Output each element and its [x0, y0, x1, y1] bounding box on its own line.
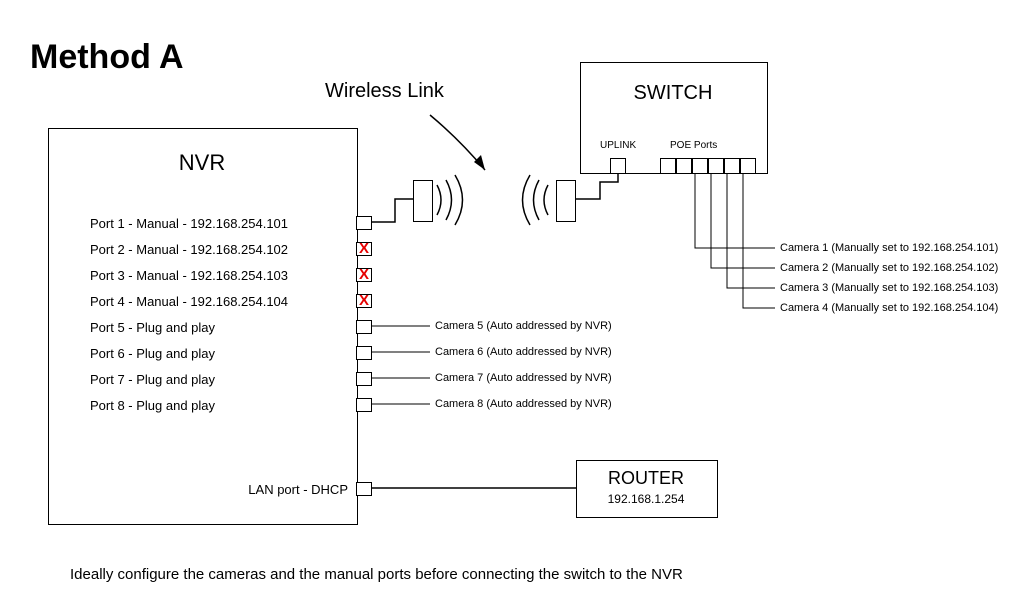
cam-manual-4: Camera 4 (Manually set to 192.168.254.10… [780, 302, 998, 314]
x-mark-icon: X [356, 241, 372, 256]
nvr-port-5: Port 5 - Plug and play [90, 320, 215, 335]
nvr-lan-jack [356, 482, 372, 496]
switch-poe-jack-5 [724, 158, 740, 174]
switch-title: SWITCH [580, 82, 766, 105]
switch-poe-jack-6 [740, 158, 756, 174]
nvr-port-7: Port 7 - Plug and play [90, 372, 215, 387]
router-ip: 192.168.1.254 [576, 492, 716, 506]
nvr-port-3: Port 3 - Manual - 192.168.254.103 [90, 268, 288, 283]
switch-uplink-jack [610, 158, 626, 174]
nvr-jack-1 [356, 216, 372, 230]
x-mark-icon: X [356, 267, 372, 282]
nvr-jack-5 [356, 320, 372, 334]
cam-auto-6: Camera 6 (Auto addressed by NVR) [435, 346, 612, 358]
router-title: ROUTER [576, 468, 716, 489]
diagram-title: Method A [30, 38, 184, 77]
antenna-left [413, 180, 433, 222]
nvr-port-4: Port 4 - Manual - 192.168.254.104 [90, 294, 288, 309]
cam-auto-7: Camera 7 (Auto addressed by NVR) [435, 372, 612, 384]
nvr-port-8: Port 8 - Plug and play [90, 398, 215, 413]
switch-uplink-label: UPLINK [600, 140, 636, 151]
cam-auto-8: Camera 8 (Auto addressed by NVR) [435, 398, 612, 410]
nvr-port-6: Port 6 - Plug and play [90, 346, 215, 361]
switch-poe-jack-4 [708, 158, 724, 174]
nvr-lan-label: LAN port - DHCP [218, 482, 348, 497]
cam-manual-3: Camera 3 (Manually set to 192.168.254.10… [780, 282, 998, 294]
nvr-port-1: Port 1 - Manual - 192.168.254.101 [90, 216, 288, 231]
switch-poe-jack-3 [692, 158, 708, 174]
switch-poe-jack-1 [660, 158, 676, 174]
cam-manual-2: Camera 2 (Manually set to 192.168.254.10… [780, 262, 998, 274]
nvr-port-2: Port 2 - Manual - 192.168.254.102 [90, 242, 288, 257]
cam-manual-1: Camera 1 (Manually set to 192.168.254.10… [780, 242, 998, 254]
antenna-right [556, 180, 576, 222]
cam-auto-5: Camera 5 (Auto addressed by NVR) [435, 320, 612, 332]
x-mark-icon: X [356, 293, 372, 308]
footnote-text: Ideally configure the cameras and the ma… [70, 566, 683, 583]
nvr-jack-6 [356, 346, 372, 360]
nvr-jack-7 [356, 372, 372, 386]
switch-poe-label: POE Ports [670, 140, 717, 151]
nvr-title: NVR [48, 150, 356, 176]
diagram-stage: Method A Wireless Link NVR Port 1 - Manu… [0, 0, 1014, 609]
switch-poe-jack-2 [676, 158, 692, 174]
nvr-jack-8 [356, 398, 372, 412]
wireless-link-label: Wireless Link [325, 80, 444, 103]
